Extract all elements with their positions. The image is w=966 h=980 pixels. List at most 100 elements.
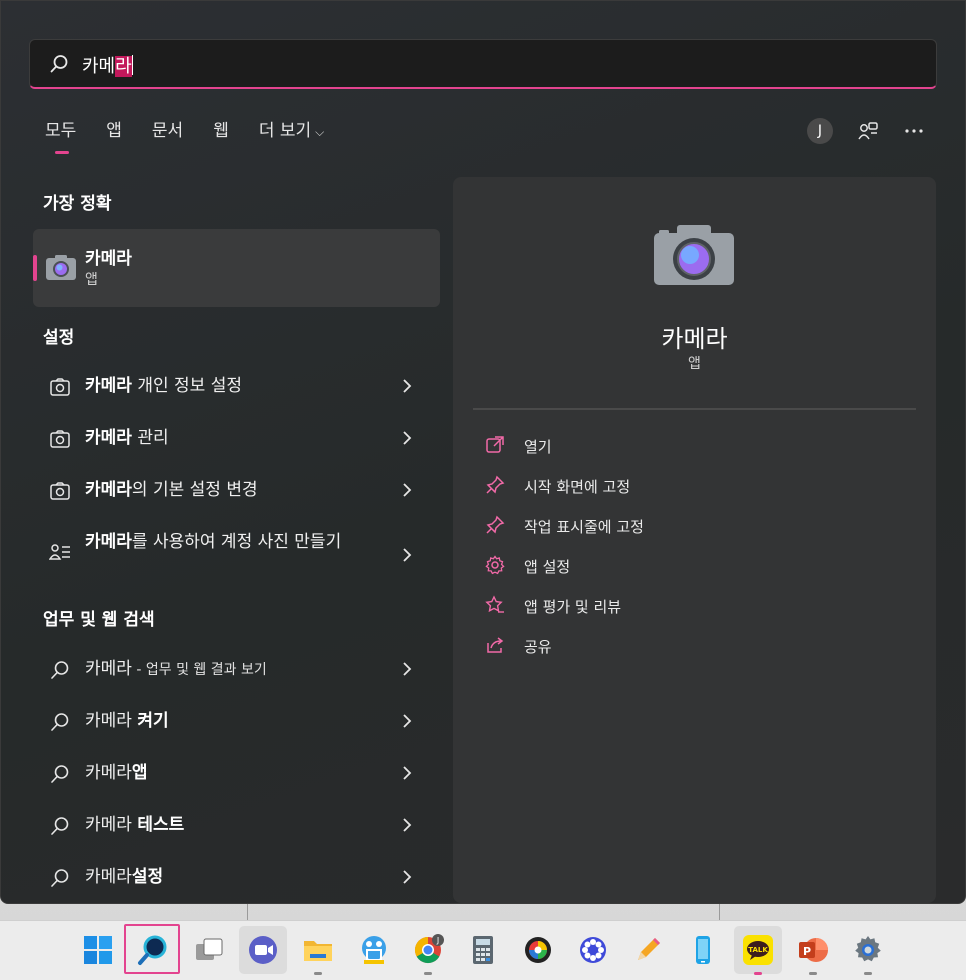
search-icon [51,765,69,783]
running-indicator [809,972,817,975]
tab-more[interactable]: 더 보기 ⌵ [259,117,324,147]
settings-item[interactable]: 카메라 관리 [33,413,433,463]
settings-app-button[interactable] [844,926,892,975]
camera-app-icon [654,225,734,285]
powerpoint-icon: P [799,938,828,962]
kakaotalk-button[interactable]: TALK [734,926,782,975]
tab-documents[interactable]: 문서 [152,117,183,147]
meet-icon [249,936,277,964]
web-search-item[interactable]: 카메라 테스트 [33,800,433,850]
web-search-item[interactable]: 카메라설정 [33,852,433,902]
chevron-right-icon [403,379,412,393]
folder-icon [304,941,332,961]
action-pin-start[interactable]: 시작 화면에 고정 [485,473,885,499]
chevron-down-icon: ⌵ [315,125,325,139]
settings-item[interactable]: 카메라를 사용하여 계정 사진 만들기 [33,517,433,583]
gear-icon [855,936,881,962]
chevron-right-icon [403,662,412,676]
preview-app-name: 카메라 [661,325,728,353]
action-label: 앱 평가 및 리뷰 [524,598,622,616]
chevron-right-icon [403,870,412,884]
taskbar-search-button[interactable] [124,924,180,974]
search-icon [50,55,68,73]
best-match-type: 앱 [85,272,98,288]
kakaotalk-icon: TALK [743,935,773,965]
running-indicator [424,972,432,975]
settings-item[interactable]: 카메라의 기본 설정 변경 [33,465,433,515]
pin-icon [486,515,505,534]
phone-icon [696,936,710,964]
tab-apps[interactable]: 앱 [106,117,122,147]
people-switch-icon[interactable] [857,120,879,142]
chevron-right-icon [403,766,412,780]
taskbar: J TALK P [0,920,966,980]
web-search-label: 카메라앱 [85,763,148,783]
action-open[interactable]: 열기 [485,433,885,459]
action-share[interactable]: 공유 [485,633,885,659]
color-picker-button[interactable] [514,926,562,974]
chrome-button[interactable]: J [404,926,452,975]
action-label: 열기 [524,438,552,456]
selection-indicator [33,255,37,281]
snipping-tool-button[interactable] [350,926,398,974]
color-wheel-icon [525,937,551,963]
star-review-icon [485,595,504,613]
svg-text:J: J [436,936,439,945]
chevron-right-icon [403,548,412,562]
web-search-label: 카메라 테스트 [85,815,185,835]
search-icon [51,661,69,679]
phone-link-button[interactable] [679,926,727,974]
settings-heading: 설정 [43,328,75,348]
preview-app-type: 앱 [688,356,701,372]
action-label: 작업 표시줄에 고정 [524,518,644,536]
divider [473,408,916,410]
chevron-right-icon [403,818,412,832]
active-indicator [754,972,762,975]
powerpoint-button[interactable]: P [789,926,837,975]
open-external-icon [486,436,504,453]
search-query-selection: 라 [115,56,132,77]
share-icon [487,637,504,653]
pencil-app-button[interactable] [624,926,672,974]
web-search-item[interactable]: 카메라 켜기 [33,696,433,746]
search-input[interactable]: 카메라 [29,39,937,89]
tab-web[interactable]: 웹 [213,117,229,147]
tab-all[interactable]: 모두 [45,117,76,154]
gear-icon [485,555,505,575]
calculator-button[interactable] [459,926,507,974]
top-actions: J [807,117,925,145]
account-avatar[interactable]: J [807,118,833,144]
web-search-item[interactable]: 카메라 - 업무 및 웹 결과 보기 [33,644,433,694]
chevron-right-icon [403,431,412,445]
settings-item[interactable]: 카메라 개인 정보 설정 [33,361,433,411]
search-icon [51,713,69,731]
camera-app-icon [46,255,76,280]
action-app-settings[interactable]: 앱 설정 [485,553,885,579]
more-icon[interactable] [903,120,925,142]
camera-icon [50,430,70,448]
best-match-name: 카메라 [85,249,132,269]
running-indicator [314,972,322,975]
settings-item-label: 카메라를 사용하여 계정 사진 만들기 [85,532,342,552]
web-search-item[interactable]: 카메라앱 [33,748,433,798]
settings-item-label: 카메라 개인 정보 설정 [85,376,242,396]
best-match-heading: 가장 정확 [43,194,112,214]
settings-item-label: 카메라의 기본 설정 변경 [85,480,258,500]
windows-start-icon [84,936,112,964]
search-panel: 카메라 모두 앱 문서 웹 더 보기 ⌵ J 가장 정확 카메라 앱 설정 카메… [0,0,966,904]
action-rate-review[interactable]: 앱 평가 및 리뷰 [485,593,885,619]
filter-tabs: 모두 앱 문서 웹 더 보기 ⌵ [45,117,354,157]
blue-app-button[interactable] [569,926,617,974]
start-button[interactable] [74,926,122,974]
search-icon [51,869,69,887]
running-indicator [864,972,872,975]
action-pin-taskbar[interactable]: 작업 표시줄에 고정 [485,513,885,539]
best-match-item[interactable]: 카메라 앱 [33,229,440,307]
meet-button[interactable] [239,926,287,974]
task-view-button[interactable] [184,926,232,974]
file-explorer-button[interactable] [294,926,342,975]
preview-pane: 카메라 앱 열기 시작 화면에 고정 작업 표시줄에 고정 앱 설정 앱 평가 … [453,177,936,903]
settings-item-label: 카메라 관리 [85,428,169,448]
camera-icon [50,378,70,396]
pin-icon [486,475,505,494]
